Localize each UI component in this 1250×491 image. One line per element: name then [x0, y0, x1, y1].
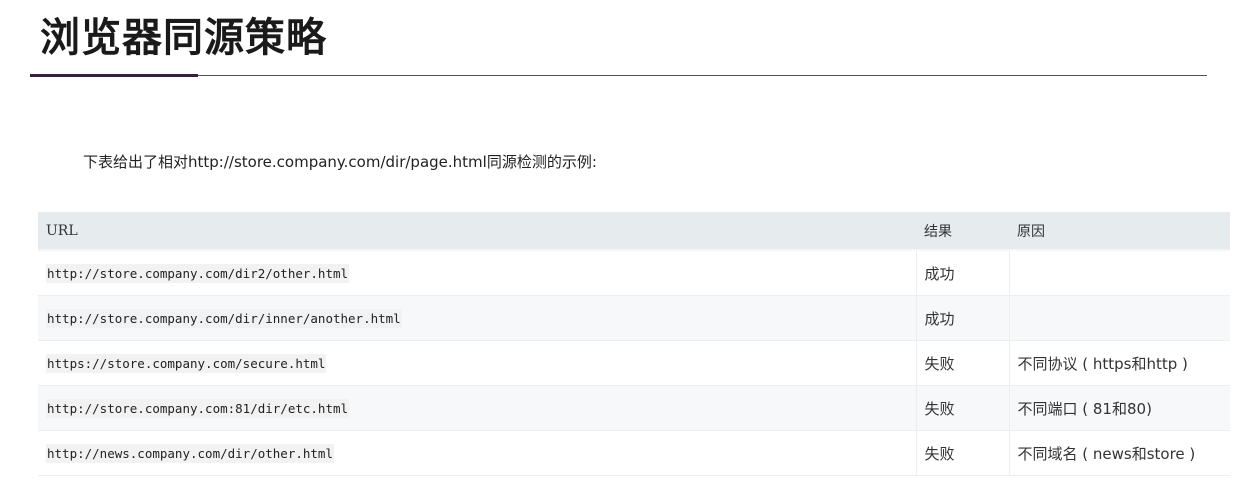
- header-url: URL: [38, 212, 916, 251]
- header-result: 结果: [916, 212, 1009, 251]
- table-row: http://news.company.com/dir/other.html 失…: [38, 430, 1230, 476]
- table-header-row: URL 结果 原因: [38, 212, 1230, 251]
- intro-text: 下表给出了相对http://store.company.com/dir/page…: [83, 153, 597, 171]
- cell-reason: [1008, 295, 1230, 341]
- same-origin-table: URL 结果 原因 http://store.company.com/dir2/…: [38, 212, 1230, 476]
- cell-reason: 不同端口 ( 81和80): [1008, 385, 1230, 431]
- cell-url: http://store.company.com/dir2/other.html: [38, 250, 916, 296]
- table-row: http://store.company.com/dir2/other.html…: [38, 250, 1230, 296]
- cell-reason: [1008, 250, 1230, 296]
- url-code: http://store.company.com:81/dir/etc.html: [46, 398, 350, 418]
- url-code: http://store.company.com/dir2/other.html: [46, 263, 350, 283]
- table-row: http://store.company.com:81/dir/etc.html…: [38, 385, 1230, 431]
- header-reason: 原因: [1009, 212, 1230, 251]
- cell-result: 成功: [915, 295, 1009, 341]
- url-code: http://news.company.com/dir/other.html: [46, 443, 334, 463]
- cell-reason: 不同协议 ( https和http ): [1008, 340, 1230, 386]
- title-divider-accent: [30, 74, 198, 77]
- cell-result: 失败: [915, 385, 1009, 431]
- url-code: http://store.company.com/dir/inner/anoth…: [46, 308, 402, 328]
- slide-title: 浏览器同源策略: [40, 15, 327, 61]
- cell-result: 失败: [915, 340, 1009, 386]
- cell-url: https://store.company.com/secure.html: [38, 340, 916, 386]
- table-row: https://store.company.com/secure.html 失败…: [38, 340, 1230, 386]
- cell-url: http://news.company.com/dir/other.html: [38, 430, 916, 476]
- cell-result: 成功: [915, 250, 1009, 296]
- title-divider: [30, 75, 1207, 76]
- cell-url: http://store.company.com:81/dir/etc.html: [38, 385, 916, 431]
- cell-reason: 不同域名 ( news和store ): [1008, 430, 1230, 476]
- cell-result: 失败: [915, 430, 1009, 476]
- url-code: https://store.company.com/secure.html: [46, 353, 327, 373]
- table-row: http://store.company.com/dir/inner/anoth…: [38, 295, 1230, 341]
- cell-url: http://store.company.com/dir/inner/anoth…: [38, 295, 916, 341]
